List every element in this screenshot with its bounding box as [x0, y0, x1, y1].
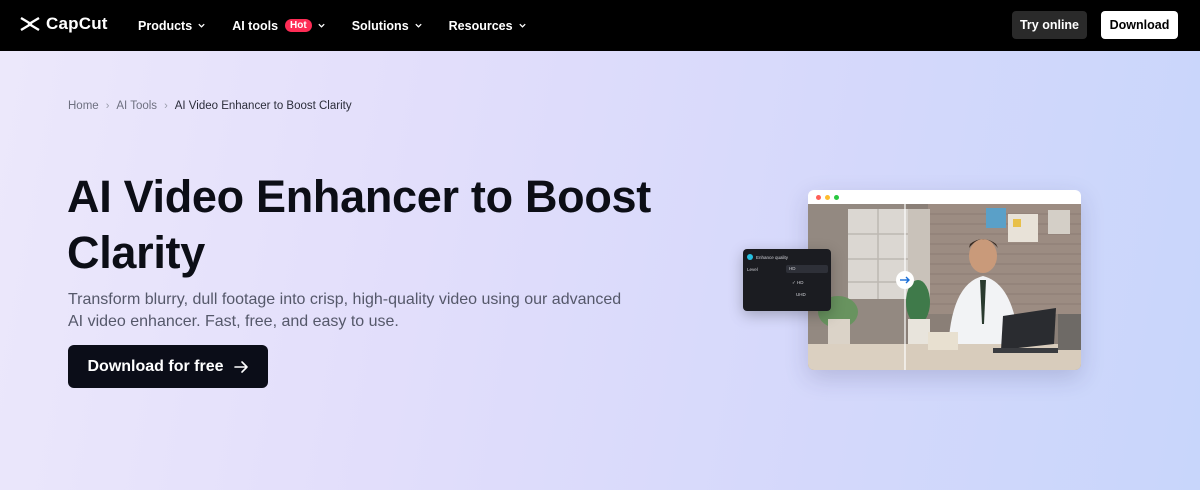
breadcrumb-separator: › — [105, 100, 110, 112]
video-frame-image — [808, 204, 1081, 370]
chevron-down-icon — [198, 23, 205, 28]
breadcrumb-home[interactable]: Home — [68, 100, 99, 112]
level-option-uhd[interactable]: UHD — [796, 292, 806, 297]
download-for-free-button[interactable]: Download for free — [68, 345, 268, 388]
nav-item-products[interactable]: Products — [138, 19, 206, 33]
nav-item-resources[interactable]: Resources — [449, 19, 527, 33]
logo-text: CapCut — [46, 14, 108, 33]
enhance-toggle[interactable] — [747, 254, 753, 260]
chevron-down-icon — [518, 23, 526, 28]
panel-heading: Enhance quality — [756, 254, 789, 260]
logo[interactable]: CapCut — [20, 14, 108, 34]
level-select-value: HD — [789, 266, 796, 271]
nav-item-label: Resources — [448, 18, 513, 33]
breadcrumb-current: AI Video Enhancer to Boost Clarity — [174, 100, 352, 112]
close-dot — [816, 195, 821, 200]
hero-section: Home › AI Tools › AI Video Enhancer to B… — [0, 51, 1200, 490]
arrow-right-icon — [233, 360, 248, 373]
maximize-dot — [834, 195, 839, 200]
try-online-button[interactable]: Try online — [1012, 11, 1087, 39]
nav-item-label: Solutions — [351, 18, 409, 33]
option-label: UHD — [796, 292, 806, 297]
nav-menu: Products AI tools Hot Solutions Resource… — [138, 0, 527, 51]
breadcrumb: Home › AI Tools › AI Video Enhancer to B… — [68, 100, 352, 112]
video-preview-window — [808, 190, 1081, 370]
chevron-down-icon — [415, 23, 422, 28]
page-title: AI Video Enhancer to Boost Clarity — [67, 171, 651, 278]
nav-item-label: Products — [138, 18, 193, 33]
top-nav: CapCut Products AI tools Hot Solutions R… — [0, 0, 1200, 51]
breadcrumb-ai-tools[interactable]: AI Tools — [116, 100, 157, 112]
window-controls — [816, 195, 839, 200]
breadcrumb-separator: › — [164, 100, 168, 112]
page-subtitle: Transform blurry, dull footage into cris… — [68, 291, 622, 330]
nav-item-label: AI tools — [232, 18, 279, 33]
cta-label: Download for free — [87, 357, 224, 375]
chevron-down-icon — [318, 23, 325, 28]
level-label: Level — [747, 267, 758, 272]
capcut-logo-icon — [20, 16, 40, 32]
level-select[interactable]: HD — [786, 265, 828, 273]
enhance-quality-panel: Enhance quality Level HD ✓ HD UHD — [743, 249, 831, 311]
panel-header: Enhance quality — [747, 254, 788, 260]
nav-item-solutions[interactable]: Solutions — [352, 19, 423, 33]
minimize-dot — [825, 195, 830, 200]
nav-item-ai-tools[interactable]: AI tools Hot — [232, 19, 326, 33]
level-option-hd[interactable]: ✓ HD — [792, 280, 804, 286]
option-label: HD — [797, 280, 804, 285]
download-button[interactable]: Download — [1101, 11, 1178, 39]
hot-badge: Hot — [285, 19, 312, 32]
